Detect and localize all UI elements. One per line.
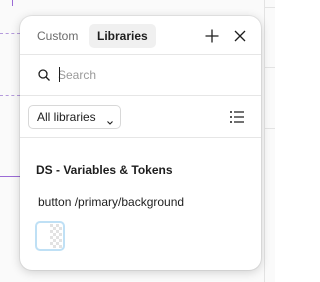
close-icon[interactable]	[230, 26, 250, 46]
filter-row: All libraries	[20, 105, 261, 129]
canvas-guide-top	[0, 33, 20, 34]
search-bar	[20, 61, 261, 89]
canvas-right-tick	[264, 128, 275, 129]
canvas-right-border	[264, 0, 265, 282]
variable-picker-panel: Custom Libraries All libraries	[20, 16, 261, 270]
search-divider	[20, 95, 261, 96]
search-input[interactable]	[58, 65, 248, 85]
color-swatch[interactable]	[35, 221, 65, 251]
canvas-right-tick	[264, 67, 275, 68]
panel-header: Custom Libraries	[20, 16, 261, 54]
canvas-selection-line	[0, 176, 20, 177]
list-view-icon[interactable]	[228, 108, 246, 126]
library-filter-dropdown[interactable]: All libraries	[28, 105, 121, 129]
library-filter-label: All libraries	[37, 110, 96, 124]
plus-icon[interactable]	[202, 26, 222, 46]
filter-divider	[20, 137, 261, 138]
search-icon	[37, 68, 51, 82]
canvas-right-tick	[264, 7, 275, 8]
canvas-selection-edge	[12, 0, 13, 6]
text-cursor	[59, 67, 60, 82]
tab-libraries[interactable]: Libraries	[89, 24, 156, 48]
variable-name[interactable]: button /primary/background	[38, 195, 184, 209]
library-title: DS - Variables & Tokens	[36, 163, 173, 177]
header-divider	[20, 54, 261, 55]
tab-custom[interactable]: Custom	[29, 24, 86, 48]
chevron-down-icon	[106, 114, 114, 125]
canvas-guide-middle	[0, 95, 20, 96]
transparent-swatch-icon	[38, 224, 62, 248]
